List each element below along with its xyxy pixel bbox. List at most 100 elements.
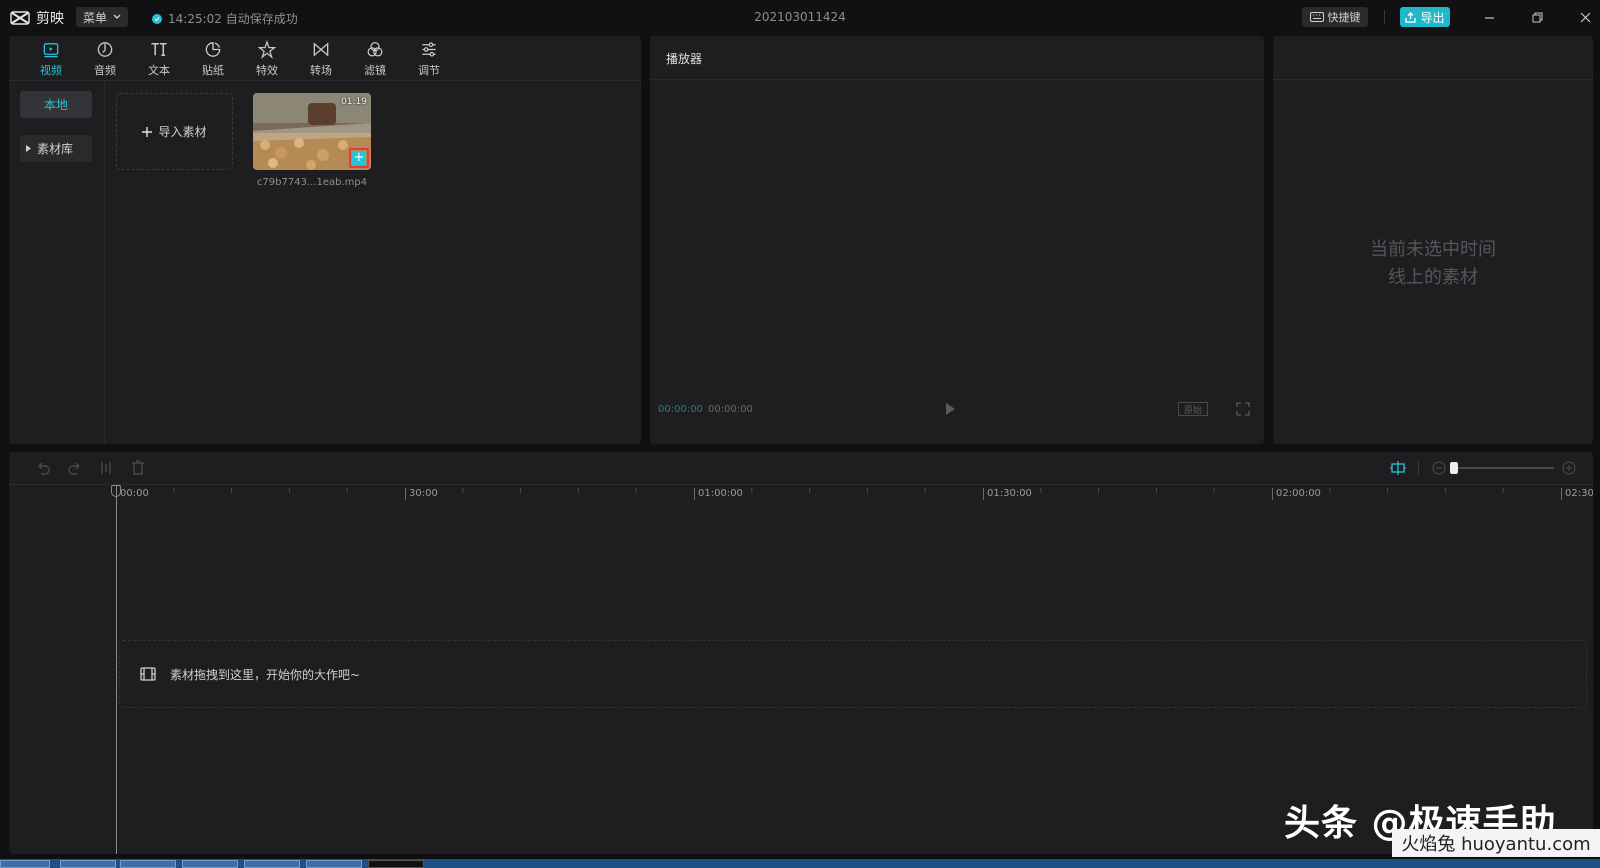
media-clip-thumbnail[interactable]: 01:19 +: [253, 93, 371, 170]
play-icon[interactable]: [943, 402, 957, 416]
timeline-toolbar: [9, 452, 1593, 485]
import-label: 导入素材: [158, 125, 207, 139]
playhead-handle[interactable]: [111, 485, 121, 497]
caret-right-icon: [26, 145, 31, 152]
video-icon: [43, 43, 59, 58]
minimize-button[interactable]: [1478, 6, 1500, 28]
properties-panel: 当前未选中时间 线上的素材: [1273, 36, 1593, 444]
player-header: 播放器: [650, 36, 1264, 80]
shortcut-label: 快捷键: [1327, 11, 1361, 24]
tab-label: 特效: [256, 64, 278, 77]
taskbar-app[interactable]: [182, 860, 238, 868]
close-icon: [1580, 12, 1590, 22]
properties-header: [1273, 36, 1593, 80]
restore-icon: [1532, 12, 1542, 22]
ruler-label: 02:30:00: [1561, 488, 1593, 500]
toolbar-divider: [1418, 461, 1419, 475]
tab-label: 音频: [94, 64, 116, 77]
zoom-in-icon[interactable]: [1561, 460, 1577, 476]
keyboard-icon: [1309, 12, 1324, 22]
ruler-label: 02:00:00: [1272, 488, 1321, 500]
playhead[interactable]: [116, 486, 117, 854]
plus-icon: +: [352, 150, 366, 165]
empty-line-2: 线上的素材: [1388, 267, 1478, 288]
timeline-ruler[interactable]: 00:00 30:00 01:00:00 01:30:00 02:00:00 0…: [9, 485, 1593, 505]
sidebar-item-label: 本地: [43, 98, 68, 112]
os-taskbar: [0, 859, 1600, 868]
tab-label: 滤镜: [364, 64, 386, 77]
start-button[interactable]: [0, 860, 50, 868]
ruler-label: 01:00:00: [694, 488, 743, 500]
export-button[interactable]: 导出: [1400, 7, 1450, 27]
filter-icon: [367, 42, 383, 57]
tab-effects[interactable]: 特效: [245, 40, 289, 78]
tab-sticker[interactable]: 贴纸: [191, 40, 235, 78]
close-button[interactable]: [1574, 6, 1596, 28]
tab-label: 贴纸: [202, 64, 224, 77]
split-icon[interactable]: [98, 460, 114, 476]
total-time: 00:00:00: [708, 404, 753, 415]
tab-video[interactable]: 视频: [29, 40, 73, 78]
zoom-slider-track[interactable]: [1450, 467, 1554, 469]
media-panel: 视频 音频 文本 贴纸 特效 转场 滤镜 调节 本地 素材库 导入素材 01:1…: [9, 36, 641, 444]
tab-transition[interactable]: 转场: [299, 40, 343, 78]
player-title: 播放器: [666, 52, 703, 66]
tab-label: 文本: [148, 64, 170, 77]
taskbar-app-capcut[interactable]: [368, 860, 424, 868]
taskbar-app[interactable]: [60, 860, 116, 868]
ruler-label: 30:00: [405, 488, 438, 500]
watermark-badge-text: 火焰兔 huoyantu.com: [1401, 834, 1591, 855]
zoom-out-icon[interactable]: [1431, 460, 1447, 476]
add-to-timeline-button[interactable]: +: [349, 148, 369, 168]
ruler-label: 01:30:00: [983, 488, 1032, 500]
titlebar-divider: [1384, 10, 1385, 24]
media-sidebar: 本地 素材库: [9, 81, 105, 444]
fullscreen-icon[interactable]: [1236, 402, 1250, 416]
sidebar-item-label: 素材库: [37, 142, 74, 156]
taskbar-app[interactable]: [306, 860, 362, 868]
tab-label: 视频: [40, 64, 62, 77]
redo-icon[interactable]: [67, 460, 83, 476]
effects-icon: [257, 40, 277, 59]
ruler-ticks: [173, 488, 1504, 493]
clip-filename: c79b7743...1eab.mp4: [256, 177, 368, 188]
film-icon: [140, 667, 156, 681]
tab-text[interactable]: 文本: [137, 40, 181, 78]
shortcut-button[interactable]: 快捷键: [1302, 7, 1368, 27]
undo-icon[interactable]: [35, 460, 51, 476]
delete-icon[interactable]: [130, 460, 146, 476]
tab-audio[interactable]: 音频: [83, 40, 127, 78]
minimize-icon: [1484, 16, 1494, 19]
tab-adjust[interactable]: 调节: [407, 40, 451, 78]
taskbar-app[interactable]: [244, 860, 300, 868]
player-panel: 播放器 00:00:00 00:00:00 原始: [650, 36, 1264, 444]
sticker-icon: [205, 42, 221, 57]
title-bar: 剪映 菜单 14:25:02 自动保存成功 202103011424 快捷键 导…: [0, 0, 1600, 34]
sidebar-item-local[interactable]: 本地: [20, 91, 92, 118]
tab-label: 转场: [310, 64, 332, 77]
clip-duration: 01:19: [341, 97, 367, 107]
drop-hint: 素材拖拽到这里，开始你的大作吧~: [170, 667, 361, 682]
tab-filter[interactable]: 滤镜: [353, 40, 397, 78]
plus-icon: [142, 126, 153, 137]
properties-empty-state: 当前未选中时间 线上的素材: [1273, 236, 1593, 292]
sidebar-item-library[interactable]: 素材库: [20, 135, 92, 162]
transition-icon: [313, 42, 329, 57]
watermark-badge: 火焰兔 huoyantu.com: [1392, 829, 1600, 857]
import-media-button[interactable]: 导入素材: [116, 93, 233, 170]
ratio-label: 原始: [1183, 405, 1202, 416]
timeline-drop-zone[interactable]: 素材拖拽到这里，开始你的大作吧~: [119, 640, 1587, 708]
text-icon: [151, 43, 167, 56]
zoom-slider-handle[interactable]: [1450, 462, 1458, 474]
taskbar-app[interactable]: [120, 860, 176, 868]
empty-line-1: 当前未选中时间: [1370, 239, 1496, 260]
adjust-icon: [422, 42, 436, 57]
snap-icon[interactable]: [1390, 460, 1406, 476]
tab-label: 调节: [418, 64, 440, 77]
maximize-button[interactable]: [1526, 6, 1548, 28]
audio-icon: [97, 42, 113, 57]
export-label: 导出: [1420, 10, 1445, 25]
aspect-ratio-button[interactable]: 原始: [1178, 402, 1208, 416]
current-time: 00:00:00: [658, 404, 703, 415]
export-icon: [1405, 11, 1417, 23]
